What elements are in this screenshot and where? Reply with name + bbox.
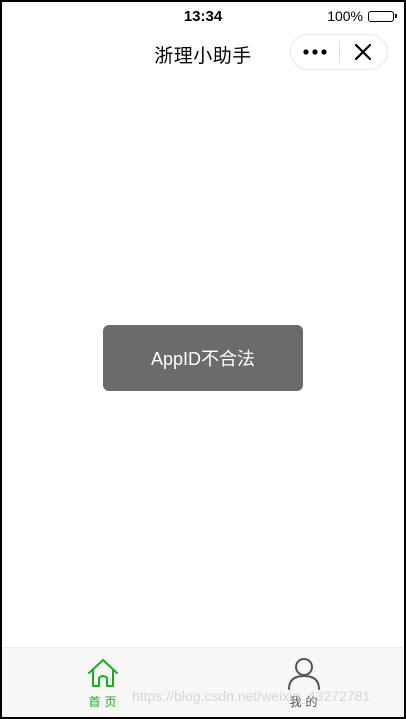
- user-icon: [287, 656, 321, 690]
- battery-indicator: 100%: [327, 8, 397, 24]
- tab-bar: 首页 我的: [2, 647, 404, 717]
- error-toast: AppID不合法: [103, 325, 303, 391]
- toast-message: AppID不合法: [150, 349, 256, 369]
- close-button[interactable]: [340, 35, 388, 69]
- more-button[interactable]: [291, 35, 339, 69]
- battery-icon: [368, 10, 397, 22]
- tab-mine-label: 我的: [289, 695, 322, 709]
- tab-mine[interactable]: 我的: [203, 648, 404, 717]
- navigation-bar: 浙理小助手: [2, 30, 404, 74]
- tab-home-label: 首页: [88, 695, 121, 709]
- close-icon: [355, 43, 372, 61]
- more-dots-icon: [303, 49, 327, 55]
- battery-percent: 100%: [327, 8, 363, 24]
- menu-capsule: [290, 34, 388, 70]
- home-icon: [86, 656, 120, 690]
- tab-home[interactable]: 首页: [2, 648, 203, 717]
- app-screen: 13:34 100% 浙理小助手 AppID不合法 首页 我的 https://…: [2, 2, 404, 717]
- status-bar: 13:34 100%: [2, 2, 404, 30]
